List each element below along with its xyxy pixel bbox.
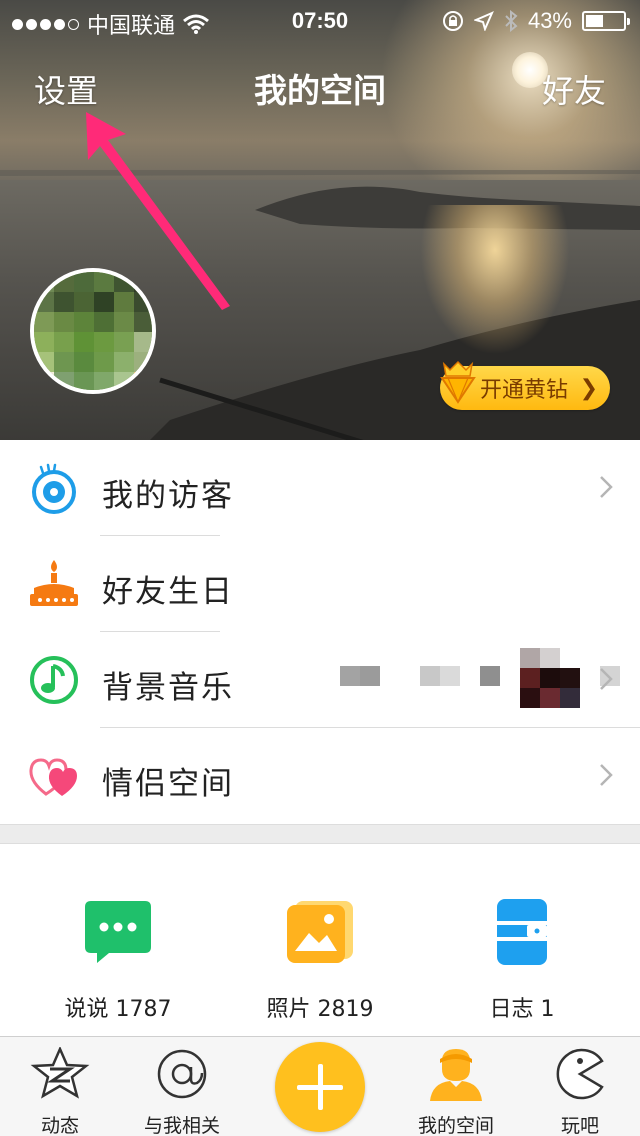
status-bar: 中国联通 07:50 43% (0, 0, 640, 40)
cake-icon (30, 560, 78, 606)
battery-icon (582, 11, 630, 31)
menu-item-couple-space[interactable]: 情侣空间 (0, 728, 640, 824)
content-shortcuts: 说说 1787 照片 2819 日志 1 (0, 845, 640, 1035)
tab-label: 我的空间 (417, 1115, 494, 1136)
avatar[interactable] (30, 268, 156, 420)
cover-photo[interactable]: 中国联通 07:50 43% 设置 我的空间 好友 开通黄钻 ❯ (0, 0, 640, 440)
rotation-lock-icon (442, 11, 463, 31)
friends-button[interactable]: 好友 (542, 66, 606, 112)
shortcut-label: 日志 1 (489, 997, 555, 1022)
photos-shortcut[interactable]: 照片 2819 (230, 897, 410, 1023)
yellow-diamond-icon (440, 360, 476, 404)
user-profile-icon (430, 1049, 482, 1101)
menu-item-background-music[interactable]: 背景音乐 (0, 632, 640, 728)
pacman-icon (556, 1048, 604, 1100)
tab-play[interactable]: 玩吧 (520, 1047, 640, 1136)
star-z-icon (30, 1045, 90, 1099)
chevron-right-icon: ❯ (579, 376, 598, 401)
settings-button[interactable]: 设置 (34, 66, 98, 112)
menu-item-label: 情侣空间 (102, 766, 234, 802)
add-post-button[interactable] (275, 1042, 365, 1132)
menu-item-label: 背景音乐 (102, 670, 234, 706)
hearts-icon (29, 758, 77, 796)
battery-percent: 43% (527, 8, 572, 33)
music-note-icon (30, 656, 78, 704)
chevron-right-icon (600, 764, 613, 786)
notebook-icon (497, 899, 547, 965)
tab-label: 玩吧 (560, 1115, 599, 1136)
chevron-right-icon (600, 476, 613, 498)
vip-label: 开通黄钻 (480, 378, 569, 403)
speech-bubble-icon (85, 901, 151, 963)
menu-item-birthdays[interactable]: 好友生日 (0, 536, 640, 708)
tab-my-space[interactable]: 我的空间 (396, 1047, 516, 1136)
eye-icon (32, 463, 76, 514)
blog-shortcut[interactable]: 日志 1 (432, 897, 612, 1023)
menu-item-label: 好友生日 (102, 574, 234, 610)
location-arrow-icon (473, 11, 494, 31)
menu-item-visitors[interactable]: 我的访客 (0, 440, 640, 536)
avatar-pixelated-image (34, 272, 152, 390)
bluetooth-icon (505, 10, 518, 32)
tab-mentions[interactable]: 与我相关 (122, 1047, 242, 1136)
space-menu: 我的访客 好友生日 背景音乐 情侣空间 (0, 440, 640, 824)
section-gap (0, 824, 640, 844)
tab-label: 与我相关 (143, 1115, 220, 1136)
qzone-my-space-screen: 中国联通 07:50 43% 设置 我的空间 好友 开通黄钻 ❯ 我的访客 好友… (0, 0, 640, 1136)
tab-label: 动态 (40, 1115, 79, 1136)
shuoshuo-shortcut[interactable]: 说说 1787 (28, 897, 208, 1023)
sun-reflection (420, 205, 570, 355)
tab-feed[interactable]: 动态 (0, 1045, 120, 1136)
chevron-right-icon (600, 668, 613, 690)
shortcut-label: 照片 2819 (266, 997, 374, 1022)
menu-item-label: 我的访客 (102, 478, 234, 514)
open-yellow-diamond-button[interactable]: 开通黄钻 ❯ (440, 360, 610, 410)
at-icon (157, 1049, 207, 1099)
shortcut-label: 说说 1787 (64, 997, 172, 1022)
photo-icon (287, 901, 353, 963)
